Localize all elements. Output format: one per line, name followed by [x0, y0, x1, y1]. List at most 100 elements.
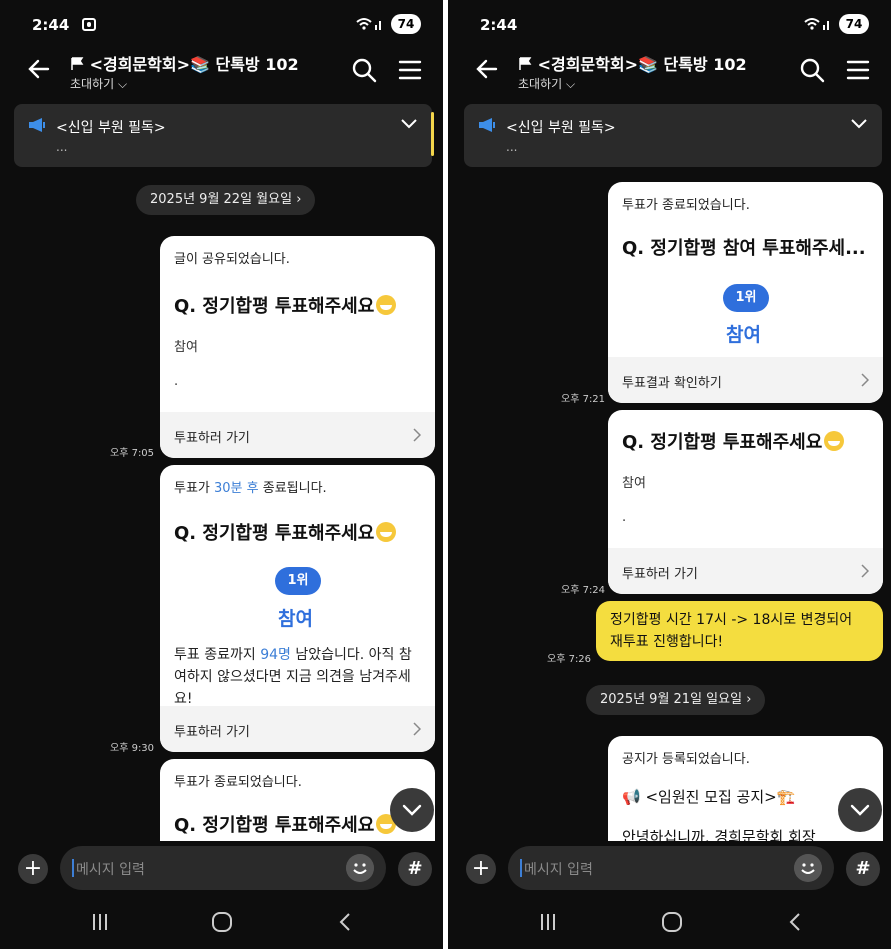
my-message-bubble[interactable]: 정기합평 시간 17시 -> 18시로 변경되어 재투표 진행합니다! [596, 601, 883, 661]
notice-text: <신입 부원 필독> [56, 120, 166, 136]
notice-title-line: 📢 <임원진 모집 공지>🏗️ [622, 788, 796, 806]
home-icon[interactable] [210, 910, 234, 934]
flag-icon [71, 57, 84, 70]
chevron-right-icon [861, 564, 869, 578]
reminder-count: 94명 [260, 647, 291, 663]
go-vote-button[interactable]: 투표하러 가기 [608, 548, 883, 594]
message-input[interactable]: 메시지 입력 [508, 846, 834, 890]
menu-icon[interactable] [844, 56, 872, 84]
chat-title: <경희문학회>📚 단톡방 102 [518, 51, 747, 75]
go-vote-label: 투표하러 가기 [174, 431, 250, 446]
status-bar: 2:44 74 [448, 0, 891, 46]
notice-banner[interactable]: <신입 부원 필독> ... [464, 104, 882, 167]
card-header-pre: 투표가 [174, 481, 215, 496]
chat-title-text: <경희문학회>📚 단톡방 102 [537, 55, 747, 74]
emoji-icon[interactable] [794, 854, 822, 882]
poll-question-text: Q. 정기합평 투표해주세요 [622, 432, 823, 453]
chat-title-text: <경희문학회>📚 단톡방 102 [89, 55, 299, 74]
home-icon[interactable] [660, 910, 684, 934]
grin-emoji-icon [376, 295, 397, 315]
poll-option: 참여 [174, 340, 198, 355]
chevron-down-icon[interactable] [850, 117, 868, 131]
grin-emoji-icon [824, 431, 845, 451]
text-caret [72, 859, 74, 877]
hashtag-icon[interactable]: # [846, 852, 880, 886]
megaphone-icon [29, 118, 45, 132]
search-icon[interactable] [798, 56, 826, 84]
rank-badge: 1위 [275, 567, 321, 595]
poll-reminder-card[interactable]: 투표가 30분 후 종료됩니다. Q. 정기합평 투표해주세요 1위 참여 투표… [160, 465, 435, 752]
notice-text: <신입 부원 필독> [506, 120, 616, 136]
screen-record-icon [82, 18, 96, 31]
notice-banner[interactable]: <신입 부원 필독> ... [14, 104, 434, 167]
text-caret [520, 859, 522, 877]
chevron-down-icon [402, 804, 422, 816]
hashtag-icon[interactable]: # [398, 852, 432, 886]
search-icon[interactable] [350, 56, 378, 84]
reminder-pre: 투표 종료까지 [174, 647, 261, 663]
message-time: 오후 7:05 [110, 448, 155, 459]
emoji-icon[interactable] [346, 854, 374, 882]
scroll-down-button[interactable] [390, 788, 434, 832]
battery-icon: 74 [391, 14, 421, 34]
back-nav-icon[interactable] [334, 910, 358, 934]
status-bar: 2:44 74 [0, 0, 443, 46]
back-arrow-icon[interactable] [472, 54, 502, 84]
rank-badge: 1위 [723, 284, 769, 312]
message-time: 오후 7:24 [561, 585, 606, 596]
chevron-down-icon[interactable] [400, 117, 418, 131]
back-nav-icon[interactable] [784, 910, 808, 934]
poll-question: Q. 정기합평 투표해주세요 [174, 811, 397, 837]
poll-question-text: Q. 정기합평 투표해주세요 [174, 523, 375, 544]
go-vote-button[interactable]: 투표하러 가기 [160, 412, 435, 458]
back-arrow-icon[interactable] [24, 54, 54, 84]
system-nav-bar [448, 900, 891, 949]
shared-post-card[interactable]: 글이 공유되었습니다. Q. 정기합평 투표해주세요 참여 . 투표하러 가기 [160, 236, 435, 458]
poll-question: Q. 정기합평 투표해주세요 [622, 428, 845, 454]
invite-label: 초대하기 [518, 77, 563, 91]
poll-option-dot: . [174, 374, 179, 389]
date-divider[interactable]: 2025년 9월 22일 월요일 › [136, 185, 316, 215]
message-input-bar: + 메시지 입력 # [448, 844, 891, 892]
date-divider[interactable]: 2025년 9월 21일 일요일 › [586, 685, 766, 715]
recent-apps-icon[interactable] [88, 910, 112, 934]
scroll-down-button[interactable] [838, 788, 882, 832]
plus-icon[interactable]: + [466, 854, 496, 884]
chevron-right-icon [413, 722, 421, 736]
poll-question-text: Q. 정기합평 투표해주세요 [174, 815, 375, 836]
chat-title: <경희문학회>📚 단톡방 102 [70, 51, 299, 75]
card-header: 공지가 등록되었습니다. [622, 752, 750, 767]
poll-question: Q. 정기합평 투표해주세요 [174, 292, 397, 318]
go-vote-button[interactable]: 투표하러 가기 [160, 706, 435, 752]
megaphone-icon [479, 118, 495, 132]
recent-apps-icon[interactable] [536, 910, 560, 934]
notice-preview: ... [56, 140, 68, 154]
status-time: 2:44 [32, 16, 70, 34]
poll-closed-card[interactable]: 투표가 종료되었습니다. Q. 정기합평 참여 투표해주세... 1위 참여 투… [608, 182, 883, 403]
invite-button[interactable]: 초대하기 ⌵ [70, 75, 127, 92]
message-time: 오후 7:26 [547, 654, 592, 665]
flag-icon [519, 57, 532, 70]
grin-emoji-icon [376, 522, 397, 542]
invite-label: 초대하기 [70, 77, 115, 91]
poll-question: Q. 정기합평 투표해주세요 [174, 519, 397, 545]
rank-option: 참여 [278, 608, 313, 630]
chevron-right-icon [413, 428, 421, 442]
status-time: 2:44 [480, 16, 518, 34]
date-divider-label: 2025년 9월 21일 일요일 [600, 692, 743, 707]
invite-button[interactable]: 초대하기 ⌵ [518, 75, 575, 92]
notice-preview: ... [506, 140, 518, 154]
plus-icon[interactable]: + [18, 854, 48, 884]
card-header-post: 종료됩니다. [258, 481, 327, 496]
card-header: 투표가 30분 후 종료됩니다. [174, 477, 327, 496]
poll-result-button[interactable]: 투표결과 확인하기 [608, 357, 883, 403]
go-vote-label: 투표하러 가기 [622, 567, 698, 582]
message-input[interactable]: 메시지 입력 [60, 846, 386, 890]
message-input-placeholder: 메시지 입력 [76, 862, 145, 878]
poll-result-label: 투표결과 확인하기 [622, 376, 722, 391]
phone-screen-right: 2:44 74 <경희문학회>📚 단톡방 102 초대하기 ⌵ <신입 부원 필… [448, 0, 891, 949]
shared-post-card[interactable]: Q. 정기합평 투표해주세요 참여 . 투표하러 가기 [608, 410, 883, 594]
card-header: 투표가 종료되었습니다. [174, 775, 302, 790]
menu-icon[interactable] [396, 56, 424, 84]
card-header: 투표가 종료되었습니다. [622, 198, 750, 213]
